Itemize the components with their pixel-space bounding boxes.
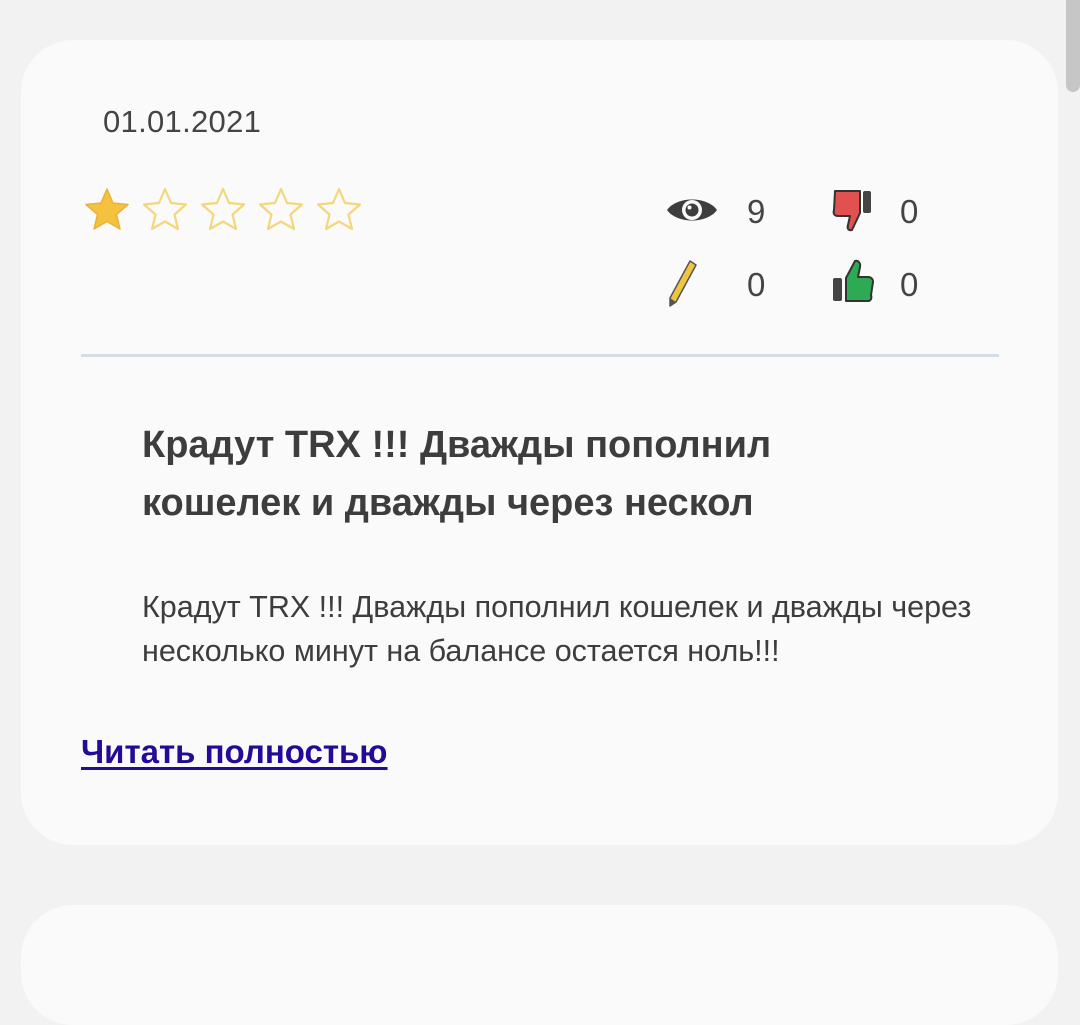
star-icon-empty-4: [257, 186, 305, 232]
likes-count: 0: [900, 266, 919, 303]
eye-icon: [665, 193, 719, 227]
read-more-link[interactable]: Читать полностью: [81, 733, 387, 771]
thumbs-down-icon[interactable]: [830, 188, 876, 234]
review-date: 01.01.2021: [103, 104, 262, 139]
next-review-card: [21, 905, 1058, 1025]
star-icon-empty-5: [315, 186, 363, 232]
scrollbar-thumb[interactable]: [1066, 0, 1080, 92]
review-card: 01.01.2021 9 0 0 0 Крадут TRX !!! Дважды…: [21, 40, 1058, 845]
star-icon-empty-3: [199, 186, 247, 232]
thumbs-up-icon[interactable]: [830, 258, 876, 304]
comments-count: 0: [747, 266, 766, 303]
dislikes-count: 0: [900, 193, 919, 230]
views-count: 9: [747, 193, 766, 230]
divider: [81, 354, 999, 357]
star-icon-empty-2: [141, 186, 189, 232]
star-icon-filled-1: [83, 186, 131, 232]
review-title: Крадут TRX !!! Дважды пополнил кошелек и…: [142, 424, 772, 524]
review-excerpt: Крадут TRX !!! Дважды пополнил кошелек и…: [142, 590, 972, 668]
pencil-icon: [664, 258, 700, 310]
